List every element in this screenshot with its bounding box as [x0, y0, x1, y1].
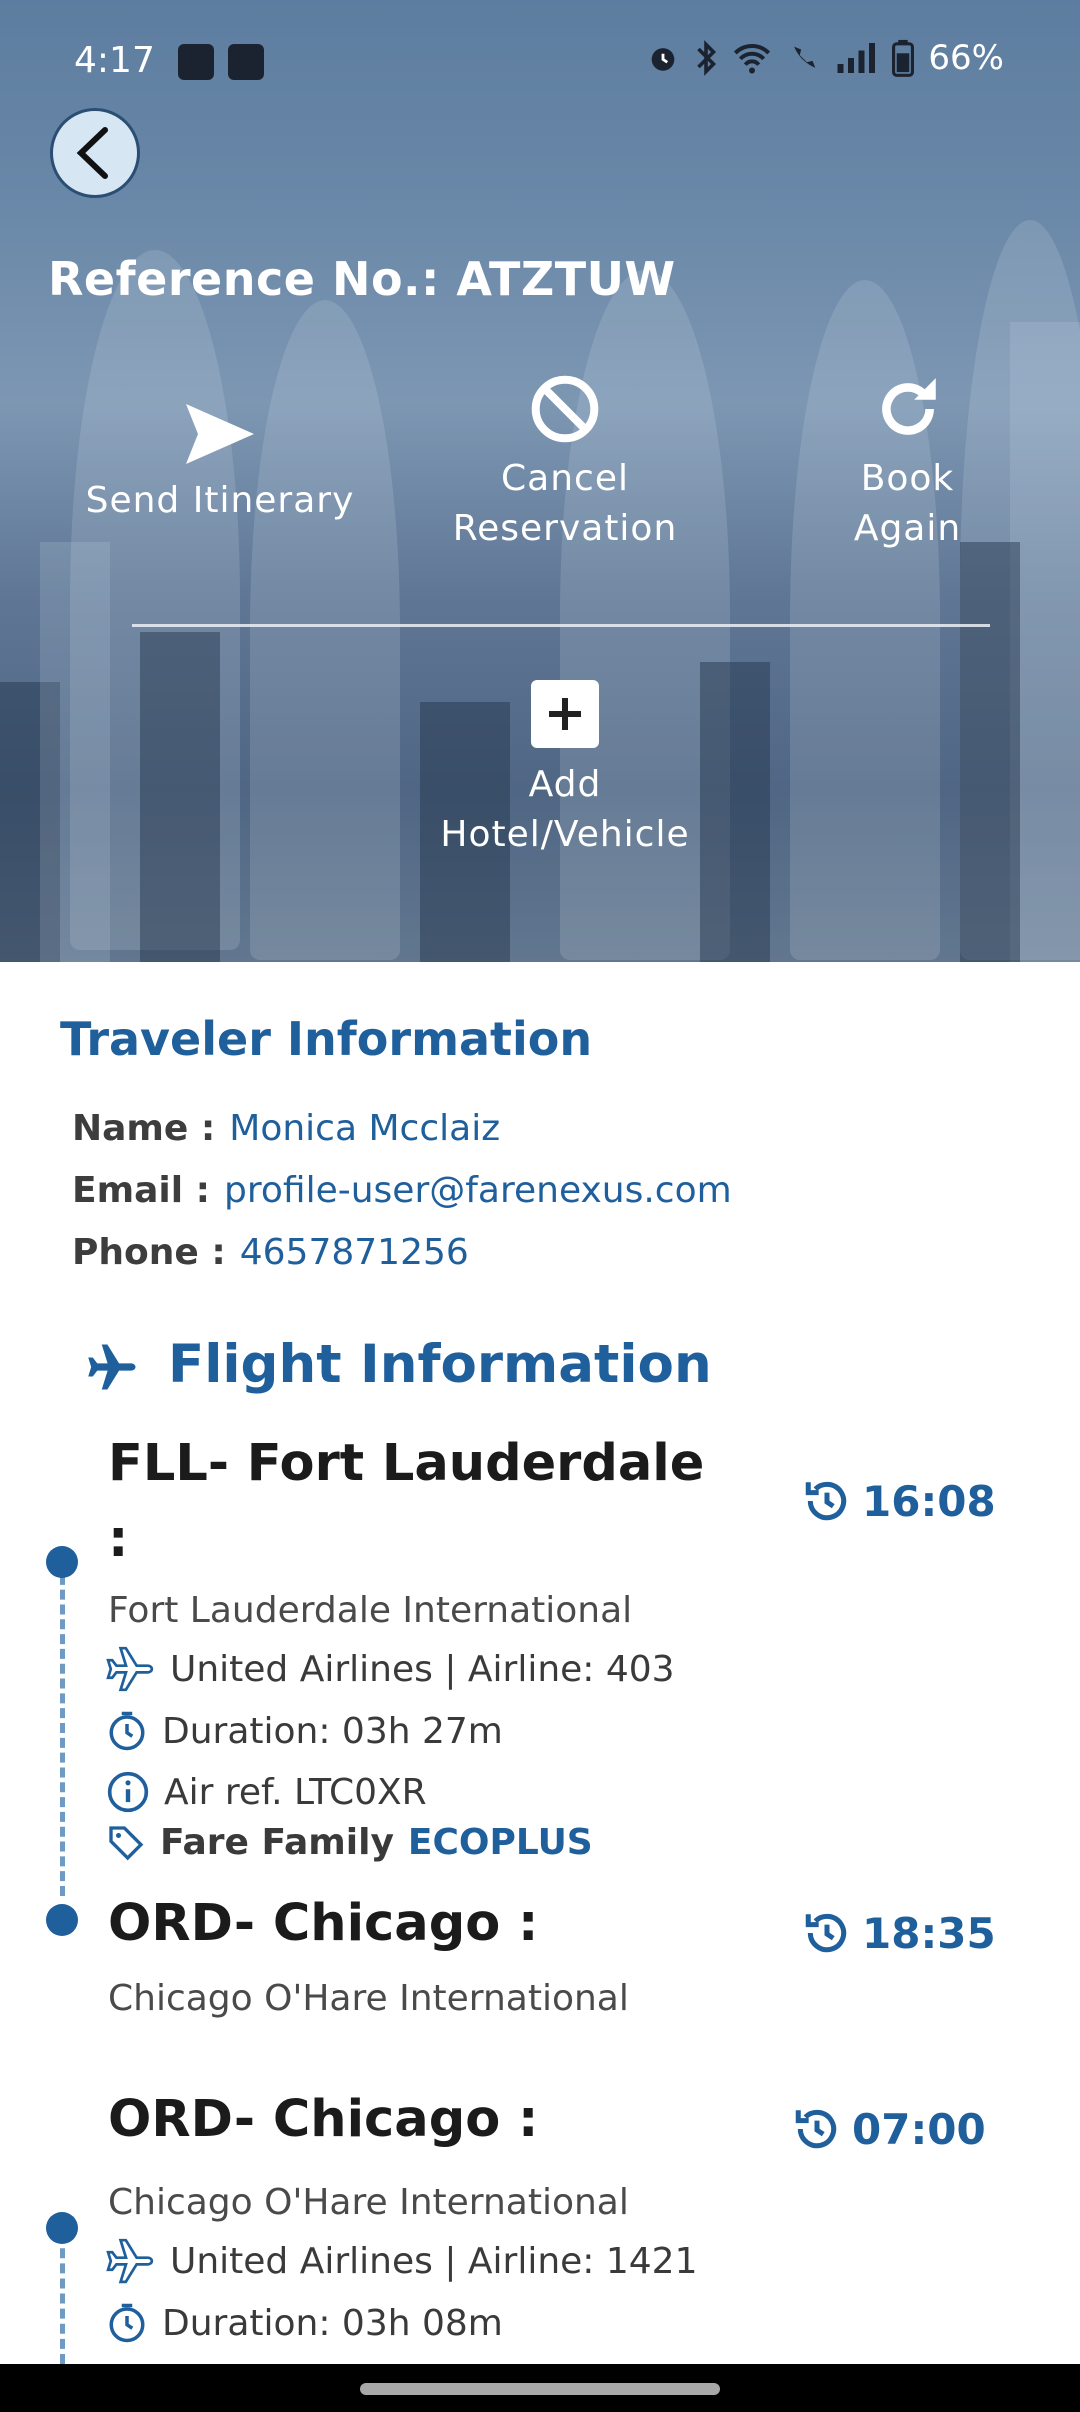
- add-hotel-vehicle-button[interactable]: Add Hotel/Vehicle: [400, 680, 730, 860]
- system-navigation-bar: [0, 2364, 1080, 2412]
- fare-family-label: Fare Family: [160, 1822, 394, 1863]
- background-building: [1010, 322, 1080, 962]
- cancel-reservation-button[interactable]: Cancel Reservation: [410, 372, 720, 554]
- timeline-dot: [46, 1546, 78, 1578]
- fare-family-value: ECOPLUS: [407, 1822, 593, 1863]
- airline-row-2: United Airlines | Airline: 1421: [106, 2238, 697, 2284]
- arrival-airport-name: Chicago O'Hare International: [108, 1978, 629, 2019]
- book-again-line2: Again: [853, 508, 962, 549]
- cancel-label-line2: Reservation: [452, 508, 678, 549]
- back-button[interactable]: [50, 108, 140, 198]
- signal-icon: [837, 43, 876, 73]
- header-banner: 4:17 66% Reference No.: ATZTUW Send Itin…: [0, 0, 1080, 962]
- traveler-name-row: Name : Monica Mcclaiz: [72, 1108, 500, 1149]
- cancel-icon: [531, 375, 599, 443]
- bluetooth-icon: [697, 40, 717, 76]
- send-itinerary-label: Send Itinerary: [85, 480, 355, 521]
- header-divider: [132, 624, 990, 627]
- background-building: [140, 632, 220, 962]
- traveler-email: profile-user@farenexus.com: [224, 1170, 732, 1211]
- departure-airport-title-2: ORD- Chicago :: [108, 2090, 539, 2149]
- departure-airport-title: FLL- Fort Lauderdale :: [108, 1434, 705, 1569]
- traveler-phone: 4657871256: [239, 1232, 469, 1273]
- status-time: 4:17: [74, 40, 155, 81]
- plus-icon: [531, 680, 599, 748]
- cancel-label-line1: Cancel: [501, 458, 629, 499]
- name-label: Name :: [72, 1108, 216, 1149]
- timeline-dot: [46, 1904, 78, 1936]
- outlook-icon: [228, 44, 264, 80]
- traveler-information-title: Traveler Information: [60, 1012, 593, 1066]
- battery-icon: [892, 39, 915, 77]
- traveler-email-row: Email : profile-user@farenexus.com: [72, 1170, 732, 1211]
- alarm-icon: [652, 48, 675, 71]
- book-again-line1: Book: [860, 458, 955, 499]
- arrival-time: 18:35: [802, 1908, 996, 1958]
- history-icon: [795, 2109, 837, 2149]
- email-label: Email :: [72, 1170, 211, 1211]
- battery-percent: 66%: [928, 38, 1004, 78]
- timeline-connector: [60, 1560, 65, 1896]
- chevron-left-icon: [76, 127, 108, 179]
- add-label-line2: Hotel/Vehicle: [440, 814, 690, 855]
- airplane-icon: [88, 1344, 136, 1390]
- info-icon: [107, 1771, 149, 1813]
- timer-icon: [109, 1711, 145, 1751]
- duration-row-2: Duration: 03h 08m: [106, 2302, 503, 2344]
- history-icon: [805, 1481, 847, 1521]
- itinerary-content: Traveler Information Name : Monica Mccla…: [0, 962, 1080, 2364]
- duration-row: Duration: 03h 27m: [106, 1710, 503, 1752]
- timer-icon: [109, 2303, 145, 2343]
- traveler-name: Monica Mcclaiz: [229, 1108, 501, 1149]
- airline-row: United Airlines | Airline: 403: [106, 1646, 675, 1692]
- phone-label: Phone :: [72, 1232, 226, 1273]
- book-again-button[interactable]: Book Again: [800, 372, 1015, 554]
- background-building: [40, 542, 110, 962]
- send-icon: [186, 404, 254, 464]
- wifi-call-icon: [794, 46, 816, 68]
- add-label-line1: Add: [528, 764, 602, 805]
- arrival-airport-title: ORD- Chicago :: [108, 1894, 539, 1953]
- reference-number: Reference No.: ATZTUW: [48, 252, 676, 306]
- wifi-icon: [734, 44, 771, 74]
- departure-time: 16:08: [802, 1476, 996, 1526]
- status-bar: 4:17 66%: [0, 0, 1080, 124]
- history-icon: [805, 1913, 847, 1953]
- send-itinerary-button[interactable]: Send Itinerary: [60, 400, 380, 526]
- background-silhouette: [250, 300, 400, 960]
- airplane-outline-icon: [106, 1646, 154, 1692]
- airplane-outline-icon: [106, 2238, 154, 2284]
- air-ref-row: Air ref. LTC0XR: [106, 1770, 427, 1814]
- fare-family-row: Fare Family ECOPLUS: [106, 1822, 593, 1863]
- timeline-dot: [46, 2212, 78, 2244]
- departure-time-2: 07:00: [792, 2104, 986, 2154]
- tag-icon: [109, 1825, 144, 1860]
- refresh-icon: [881, 378, 936, 435]
- traveler-phone-row: Phone : 4657871256: [72, 1232, 469, 1273]
- background-building: [960, 542, 1020, 962]
- departure-airport-name: Fort Lauderdale International: [108, 1590, 633, 1631]
- flight-information-title: Flight Information: [168, 1334, 712, 1395]
- teams-icon: [178, 44, 214, 80]
- departure-airport-name-2: Chicago O'Hare International: [108, 2182, 629, 2223]
- home-gesture-handle[interactable]: [360, 2383, 720, 2395]
